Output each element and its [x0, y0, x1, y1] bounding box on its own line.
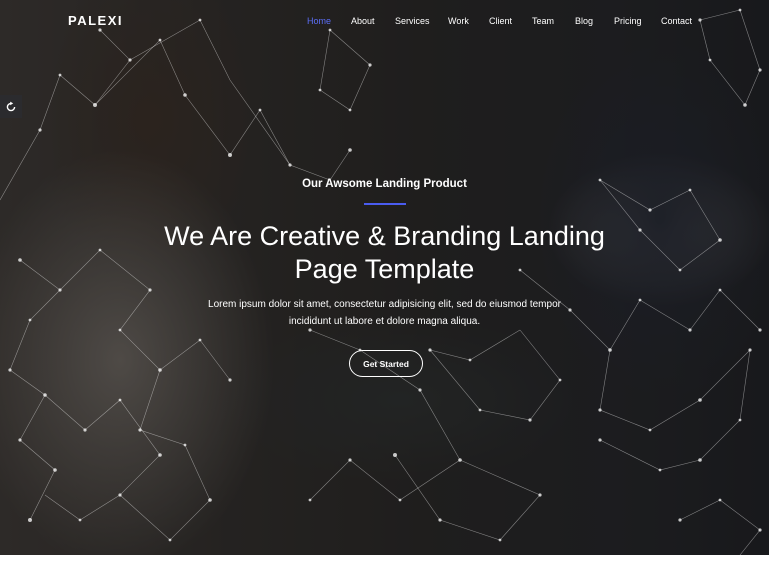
nav-item-team[interactable]: Team: [532, 16, 554, 26]
nav-item-client[interactable]: Client: [489, 16, 512, 26]
accent-divider: [364, 203, 406, 205]
nav-item-work[interactable]: Work: [448, 16, 469, 26]
refresh-button[interactable]: [0, 95, 22, 118]
hero-description-line1: Lorem ipsum dolor sit amet, consectetur …: [208, 299, 561, 310]
nav-item-services[interactable]: Services: [395, 16, 430, 26]
nav-item-about[interactable]: About: [351, 16, 375, 26]
refresh-icon: [6, 101, 16, 111]
nav-item-pricing[interactable]: Pricing: [614, 16, 642, 26]
hero-headline: We Are Creative & Branding Landing Page …: [0, 220, 769, 286]
hero-headline-line2: Page Template: [294, 254, 475, 284]
nav-item-home[interactable]: Home: [307, 16, 331, 26]
main-nav: Home About Services Work Client Team Blo…: [0, 16, 769, 30]
nav-item-blog[interactable]: Blog: [575, 16, 593, 26]
hero-headline-line1: We Are Creative & Branding Landing: [164, 221, 605, 251]
hero-description: Lorem ipsum dolor sit amet, consectetur …: [0, 296, 769, 330]
hero-subtitle: Our Awsome Landing Product: [302, 178, 467, 190]
hero-section: PALEXI Home About Services Work Client T…: [0, 0, 769, 555]
get-started-button[interactable]: Get Started: [349, 350, 423, 377]
nav-item-contact[interactable]: Contact: [661, 16, 692, 26]
hero-description-line2: incididunt ut labore et dolore magna ali…: [288, 316, 481, 327]
